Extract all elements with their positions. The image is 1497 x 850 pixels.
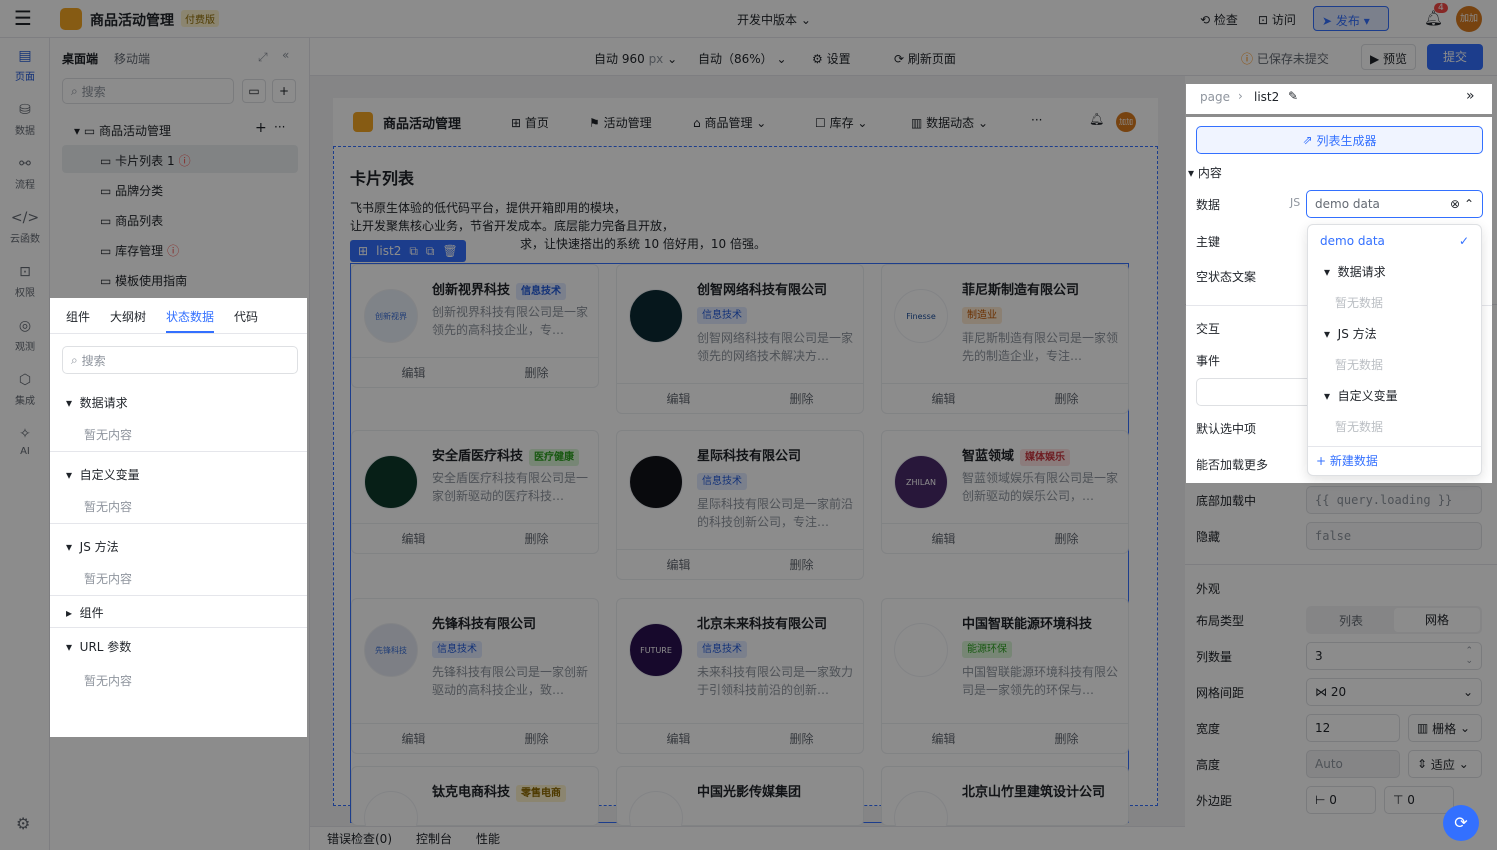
state-section-components[interactable]: ▸ 组件 <box>50 596 307 628</box>
state-section-variables[interactable]: ▾ 自定义变量 暂无内容 <box>50 452 307 524</box>
data-source-select[interactable]: demo data ⊗ ⌃ <box>1306 190 1483 218</box>
event-label: 事件 <box>1196 354 1221 368</box>
collapse-panel-icon[interactable]: » <box>1466 88 1475 104</box>
group-js[interactable]: ▾ JS 方法 <box>1308 319 1481 350</box>
interact-section-title: 交互 <box>1196 322 1221 336</box>
tab-state-data[interactable]: 状态数据 <box>166 308 214 325</box>
clear-icon[interactable]: ⊗ <box>1450 197 1460 211</box>
chevron-up-icon[interactable]: ⌃ <box>1464 197 1474 211</box>
crumb-sep: › <box>1238 89 1243 103</box>
state-data-panel: 组件 大纲树 状态数据 代码 ⌕ 搜索 ▾ 数据请求 暂无内容 ▾ 自定义变量 暂无… <box>50 298 307 737</box>
group-js-empty: 暂无数据 <box>1335 358 1384 372</box>
state-section-requests[interactable]: ▾ 数据请求 暂无内容 <box>50 380 307 452</box>
default-selection-label: 默认选中项 <box>1196 422 1257 436</box>
new-data-button[interactable]: + 新建数据 <box>1308 446 1481 477</box>
tab-code[interactable]: 代码 <box>234 308 258 325</box>
group-variables-empty: 暂无数据 <box>1335 420 1384 434</box>
pk-label: 主键 <box>1196 235 1221 249</box>
data-source-dropdown: demo data ✓ ▾ 数据请求 暂无数据 ▾ JS 方法 暂无数据 ▾ 自定… <box>1307 224 1482 476</box>
search-icon: ⌕ <box>71 352 78 367</box>
tab-outline[interactable]: 大纲树 <box>110 308 146 325</box>
js-toggle[interactable]: JS <box>1290 196 1300 209</box>
empty-text-label: 空状态文案 <box>1196 270 1257 284</box>
edit-icon[interactable]: ✎ <box>1288 89 1298 103</box>
state-section-url[interactable]: ▾ URL 参数 暂无内容 <box>50 628 307 700</box>
event-field[interactable] <box>1196 378 1316 406</box>
state-section-js[interactable]: ▾ JS 方法 暂无内容 <box>50 524 307 596</box>
group-variables[interactable]: ▾ 自定义变量 <box>1308 381 1481 412</box>
tab-underline <box>166 331 214 333</box>
group-requests-empty: 暂无数据 <box>1335 296 1384 310</box>
check-icon: ✓ <box>1458 234 1469 248</box>
state-tabs: 组件 大纲树 状态数据 代码 <box>50 298 307 334</box>
crumb-current: list2 <box>1254 90 1280 104</box>
help-bubble-icon[interactable]: ⟳ <box>1443 805 1479 841</box>
magic-icon: ⇗ <box>1302 133 1313 147</box>
state-sections: ▾ 数据请求 暂无内容 ▾ 自定义变量 暂无内容 ▾ JS 方法 暂无内容 ▸ 组件 … <box>50 380 307 700</box>
group-requests[interactable]: ▾ 数据请求 <box>1308 257 1481 288</box>
crumb-page[interactable]: page <box>1200 90 1230 104</box>
props-header: page › list2 ✎ » <box>1186 84 1492 114</box>
data-label: 数据 <box>1196 198 1221 212</box>
content-section-title: ▾ 内容 <box>1188 166 1222 180</box>
option-demo-data[interactable]: demo data ✓ <box>1308 226 1481 257</box>
state-search-input[interactable]: ⌕ 搜索 <box>62 346 298 374</box>
list-generator-button[interactable]: ⇗ 列表生成器 <box>1196 126 1483 154</box>
can-load-more-label: 能否加载更多 <box>1196 458 1269 472</box>
tab-components[interactable]: 组件 <box>66 308 90 325</box>
